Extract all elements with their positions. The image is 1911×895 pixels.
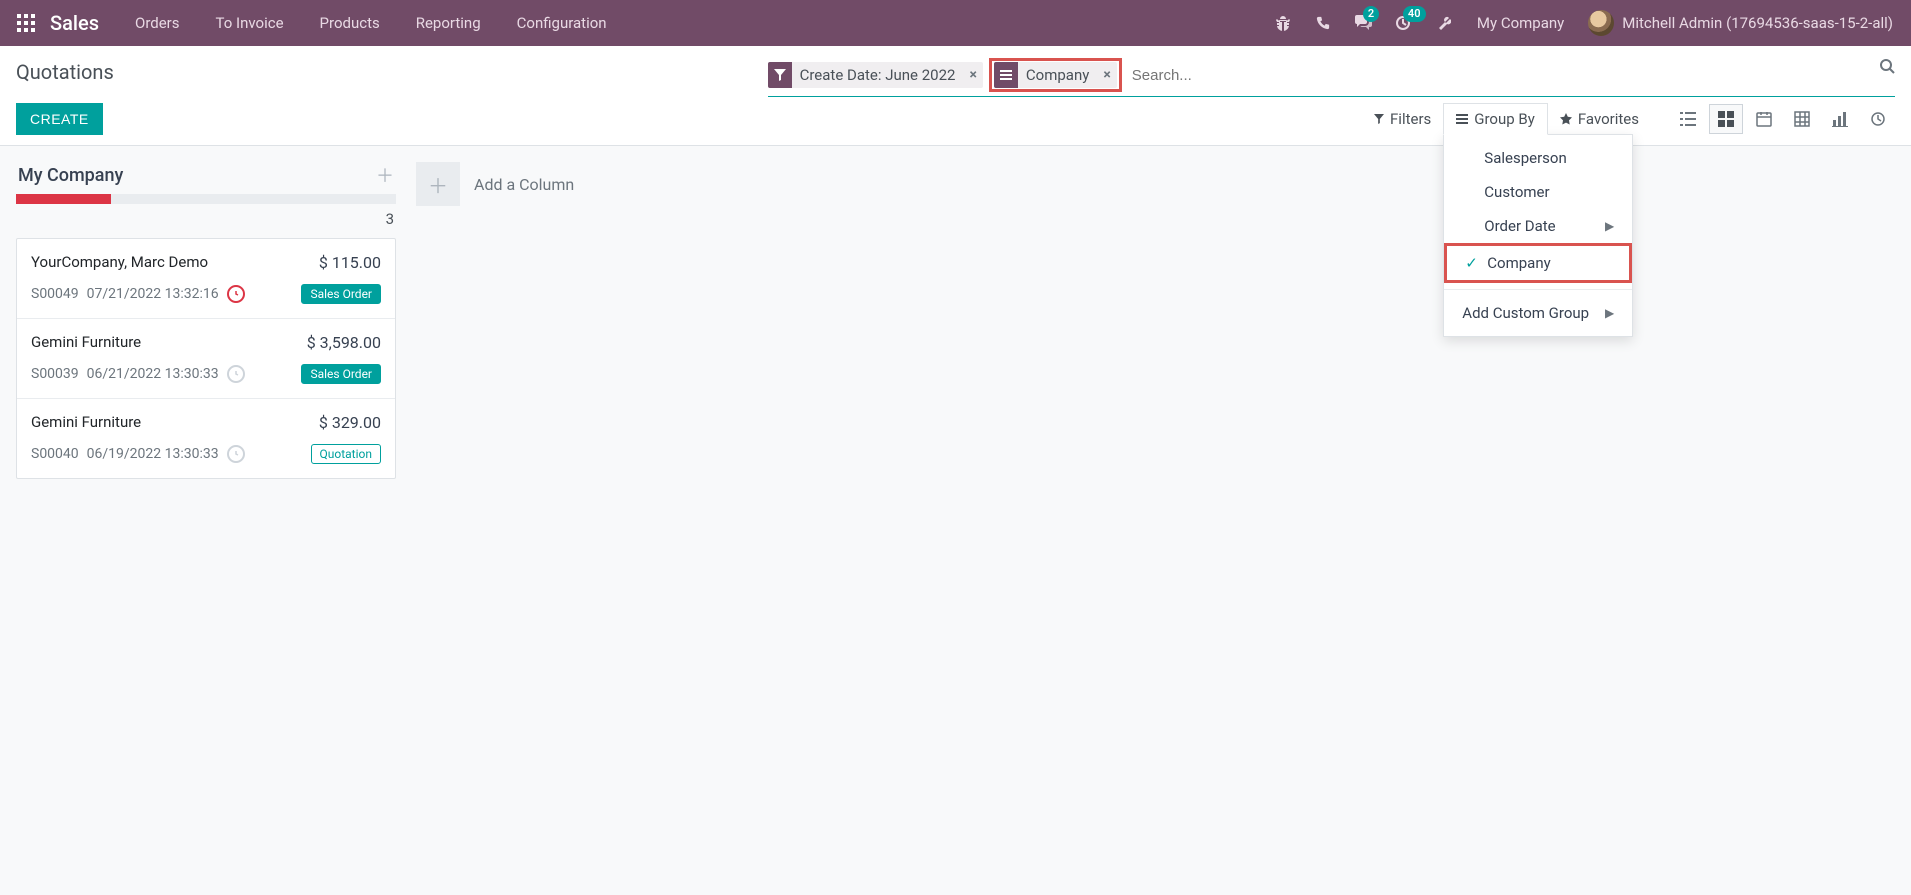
control-panel: Quotations Create Date: June 2022 × Comp… (0, 46, 1911, 146)
card-datetime: 06/21/2022 13:30:33 (87, 366, 219, 382)
clock-icon[interactable] (227, 285, 245, 303)
favorites-label: Favorites (1578, 110, 1639, 128)
kanban-column: My Company ＋ 3 YourCompany, Marc Demo $ … (16, 162, 396, 479)
star-icon (1560, 113, 1572, 125)
menu-products[interactable]: Products (302, 0, 398, 46)
highlight-groupby-company: ✓Company (1444, 243, 1632, 283)
check-icon: ✓ (1465, 254, 1479, 272)
groupby-add-custom[interactable]: Add Custom Group▶ (1444, 296, 1632, 330)
kanban-column-title[interactable]: My Company (18, 165, 123, 186)
card-status: Quotation (311, 444, 381, 464)
kanban-card[interactable]: YourCompany, Marc Demo $ 115.00 S00049 0… (17, 239, 395, 319)
create-button[interactable]: CREATE (16, 103, 103, 135)
card-amount: $ 329.00 (319, 413, 381, 432)
view-graph[interactable] (1823, 104, 1857, 134)
list-icon (994, 62, 1018, 88)
groupby-customer[interactable]: Customer (1444, 175, 1632, 209)
card-ref: S00039 (31, 366, 79, 382)
chevron-right-icon: ▶ (1605, 306, 1614, 320)
top-nav: Sales Orders To Invoice Products Reporti… (0, 0, 1911, 46)
facet-filter-label: Create Date: June 2022 (792, 66, 964, 84)
groupby-order-date[interactable]: Order Date▶ (1444, 209, 1632, 243)
phone-icon[interactable] (1303, 0, 1343, 46)
kanban-card[interactable]: Gemini Furniture $ 329.00 S00040 06/19/2… (17, 399, 395, 478)
card-amount: $ 115.00 (319, 253, 381, 272)
menu-reporting[interactable]: Reporting (398, 0, 499, 46)
groupby-dropdown: Salesperson Customer Order Date▶ ✓Compan… (1443, 134, 1633, 337)
view-activity[interactable] (1861, 104, 1895, 134)
groupby-company[interactable]: ✓Company (1447, 246, 1629, 280)
highlight-facet-company: Company × (989, 58, 1122, 92)
company-switcher[interactable]: My Company (1463, 14, 1578, 32)
list-icon (1456, 114, 1468, 124)
card-customer: Gemini Furniture (31, 413, 141, 431)
kanban-quick-create[interactable]: ＋ (376, 162, 394, 188)
view-calendar[interactable] (1747, 104, 1781, 134)
search-icon[interactable] (1879, 58, 1895, 74)
card-ref: S00040 (31, 446, 79, 462)
menu-orders[interactable]: Orders (117, 0, 198, 46)
facet-group-remove[interactable]: × (1097, 67, 1116, 83)
view-list[interactable] (1671, 104, 1705, 134)
card-status: Sales Order (301, 364, 381, 384)
tools-icon[interactable] (1423, 0, 1463, 46)
user-menu[interactable]: Mitchell Admin (17694536-saas-15-2-all) (1578, 10, 1903, 36)
kanban-count: 3 (16, 208, 396, 238)
chat-icon[interactable]: 2 (1343, 0, 1383, 46)
favorites-button[interactable]: Favorites (1548, 103, 1651, 135)
app-brand[interactable]: Sales (44, 11, 117, 35)
facet-group-label: Company (1018, 66, 1097, 84)
card-customer: Gemini Furniture (31, 333, 141, 351)
kanban-card[interactable]: Gemini Furniture $ 3,598.00 S00039 06/21… (17, 319, 395, 399)
bug-icon[interactable] (1263, 0, 1303, 46)
chevron-right-icon: ▶ (1605, 219, 1614, 233)
add-column-label: Add a Column (474, 175, 574, 194)
funnel-icon (1374, 114, 1384, 124)
dropdown-separator (1444, 289, 1632, 290)
chat-badge: 2 (1363, 6, 1379, 22)
kanban-progress (16, 194, 396, 204)
avatar (1588, 10, 1614, 36)
search-options: Filters Group By Salesperson Customer Or… (1362, 103, 1651, 135)
search-input[interactable] (1128, 65, 1895, 86)
card-customer: YourCompany, Marc Demo (31, 253, 208, 271)
groupby-label: Group By (1474, 110, 1535, 128)
facet-filter-remove[interactable]: × (963, 67, 982, 83)
filters-label: Filters (1390, 110, 1431, 128)
card-amount: $ 3,598.00 (307, 333, 381, 352)
breadcrumb: Quotations (16, 56, 768, 94)
main-menu: Orders To Invoice Products Reporting Con… (117, 0, 625, 46)
user-name: Mitchell Admin (17694536-saas-15-2-all) (1622, 14, 1893, 32)
filters-button[interactable]: Filters (1362, 103, 1443, 135)
clock-icon[interactable] (227, 365, 245, 383)
card-status: Sales Order (301, 284, 381, 304)
kanban-cards: YourCompany, Marc Demo $ 115.00 S00049 0… (16, 238, 396, 479)
card-datetime: 06/19/2022 13:30:33 (87, 446, 219, 462)
menu-to-invoice[interactable]: To Invoice (198, 0, 302, 46)
facet-filter[interactable]: Create Date: June 2022 × (768, 62, 983, 88)
view-switcher (1671, 104, 1895, 134)
add-column[interactable]: ＋ Add a Column (416, 162, 574, 206)
facet-group[interactable]: Company × (994, 62, 1117, 88)
clock-icon[interactable] (227, 445, 245, 463)
card-ref: S00049 (31, 286, 79, 302)
search-bar: Create Date: June 2022 × Company × (768, 56, 1895, 97)
view-kanban[interactable] (1709, 104, 1743, 134)
funnel-icon (768, 62, 792, 88)
view-pivot[interactable] (1785, 104, 1819, 134)
menu-configuration[interactable]: Configuration (499, 0, 625, 46)
groupby-button[interactable]: Group By (1443, 103, 1548, 135)
plus-icon: ＋ (416, 162, 460, 206)
groupby-salesperson[interactable]: Salesperson (1444, 141, 1632, 175)
card-datetime: 07/21/2022 13:32:16 (87, 286, 219, 302)
apps-icon[interactable] (8, 14, 44, 32)
kanban-progress-fill (16, 194, 111, 204)
activity-icon[interactable]: 40 (1383, 0, 1423, 46)
